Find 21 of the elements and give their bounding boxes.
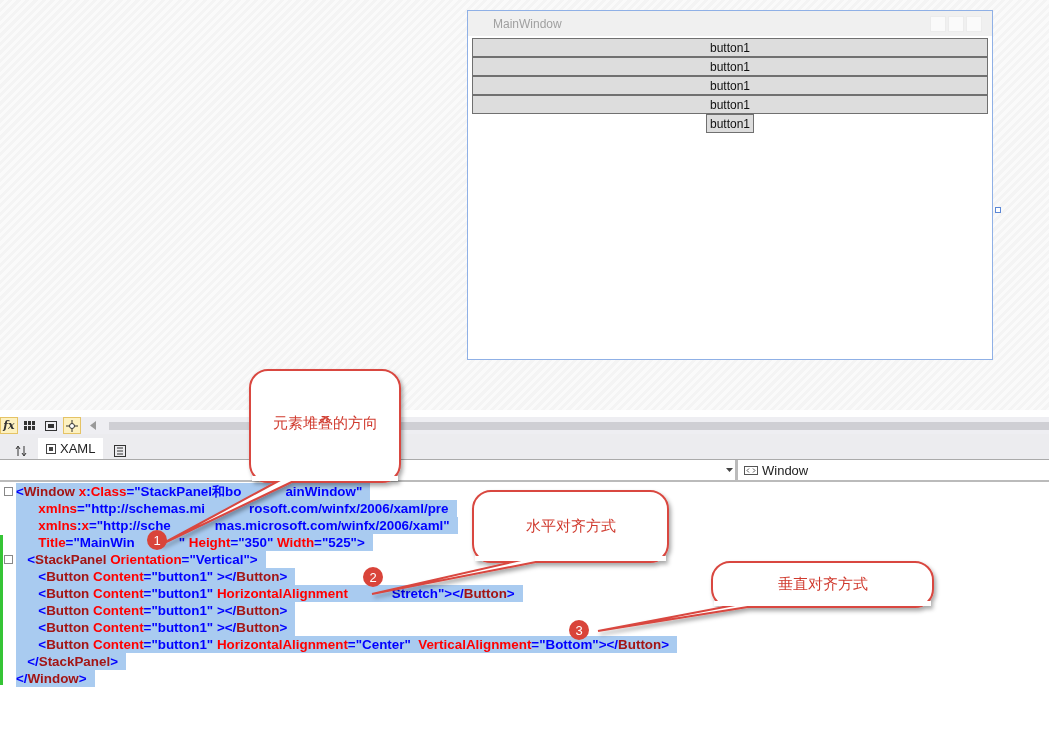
callout-text: 垂直对齐方式 bbox=[777, 575, 868, 594]
callout-text: 水平对齐方式 bbox=[525, 517, 616, 536]
element-icon bbox=[744, 465, 758, 475]
preview-button[interactable]: button1 bbox=[472, 38, 988, 57]
step-badge: 3 bbox=[569, 620, 589, 640]
resize-handle[interactable] bbox=[995, 207, 1001, 213]
window-title: MainWindow bbox=[493, 16, 562, 31]
crosshair-icon[interactable] bbox=[63, 417, 81, 434]
callout-text: 元素堆叠的方向 bbox=[272, 413, 378, 433]
code-icon bbox=[46, 443, 56, 454]
xaml-tab[interactable]: XAML bbox=[38, 438, 104, 459]
preview-button[interactable]: button1 bbox=[472, 76, 988, 95]
fold-toggle[interactable] bbox=[4, 555, 13, 564]
preview-button[interactable]: button1 bbox=[472, 95, 988, 114]
element-dropdown[interactable]: Window bbox=[738, 460, 1049, 480]
preview-button[interactable]: button1 bbox=[705, 114, 754, 133]
step-badge: 2 bbox=[363, 567, 383, 587]
fold-toggle[interactable] bbox=[4, 487, 13, 496]
preview-button[interactable]: button1 bbox=[472, 57, 988, 76]
formula-button[interactable]: fx bbox=[0, 417, 18, 434]
caret-icon bbox=[726, 468, 733, 472]
